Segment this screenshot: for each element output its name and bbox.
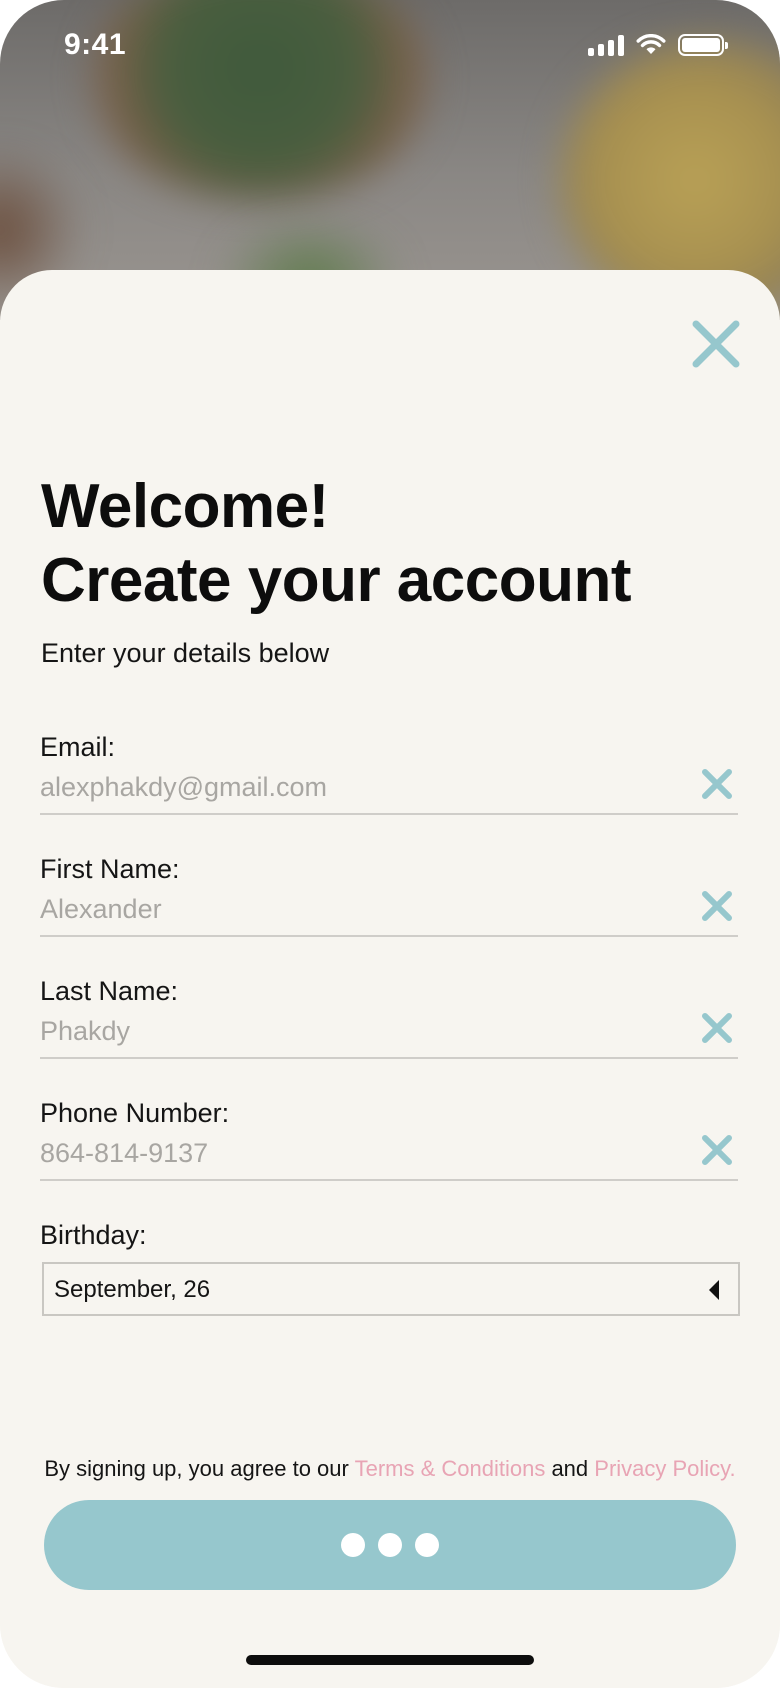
page-subtitle: Enter your details below [41, 638, 330, 668]
page-title: Welcome! Create your account [41, 470, 632, 618]
caret-left-icon [709, 1280, 719, 1300]
email-clear-button[interactable] [700, 767, 734, 801]
email-label: Email: [40, 732, 116, 762]
cellular-signal-icon [588, 34, 624, 56]
last-name-clear-button[interactable] [700, 1011, 734, 1045]
phone-clear-button[interactable] [700, 1133, 734, 1167]
loading-dot [341, 1533, 365, 1557]
email-field-group: Email: [40, 732, 738, 815]
phone-field-row [40, 1129, 738, 1181]
close-icon [692, 320, 740, 368]
email-field-row [40, 763, 738, 815]
status-time: 9:41 [64, 28, 127, 61]
email-input[interactable] [40, 767, 660, 807]
loading-dot [415, 1533, 439, 1557]
device-screen: 9:41 Welcome! Create your account Enter … [0, 0, 780, 1688]
first-name-field-row [40, 885, 738, 937]
last-name-input[interactable] [40, 1011, 660, 1051]
clear-x-icon [702, 1013, 732, 1043]
phone-field-group: Phone Number: [40, 1098, 738, 1181]
birthday-field-group: Birthday: [40, 1220, 738, 1251]
legal-prefix: By signing up, you agree to our [44, 1456, 355, 1481]
last-name-field-group: Last Name: [40, 976, 738, 1059]
loading-dot [378, 1533, 402, 1557]
wifi-icon [636, 34, 666, 54]
last-name-field-row [40, 1007, 738, 1059]
status-icons [588, 34, 728, 56]
legal-text: By signing up, you agree to our Terms & … [0, 1456, 780, 1482]
create-account-button[interactable] [44, 1500, 736, 1590]
title-line-create-account: Create your account [41, 546, 632, 615]
title-line-welcome: Welcome! [41, 472, 329, 541]
first-name-clear-button[interactable] [700, 889, 734, 923]
first-name-label: First Name: [40, 854, 180, 884]
clear-x-icon [702, 769, 732, 799]
privacy-link[interactable]: Privacy Policy. [594, 1456, 735, 1481]
battery-icon [678, 34, 728, 56]
birthday-label: Birthday: [40, 1220, 147, 1250]
birthday-select-value: September, 26 [54, 1276, 211, 1303]
phone-label: Phone Number: [40, 1098, 230, 1128]
status-bar: 9:41 [0, 0, 780, 92]
phone-input[interactable] [40, 1133, 660, 1173]
birthday-select[interactable]: September, 26 [42, 1262, 740, 1316]
first-name-input[interactable] [40, 889, 660, 929]
last-name-label: Last Name: [40, 976, 179, 1006]
clear-x-icon [702, 1135, 732, 1165]
first-name-field-group: First Name: [40, 854, 738, 937]
signup-sheet: Welcome! Create your account Enter your … [0, 270, 780, 1688]
clear-x-icon [702, 891, 732, 921]
legal-middle: and [545, 1456, 595, 1481]
close-button[interactable] [688, 316, 744, 372]
terms-link[interactable]: Terms & Conditions [355, 1456, 546, 1481]
home-indicator [246, 1655, 534, 1665]
